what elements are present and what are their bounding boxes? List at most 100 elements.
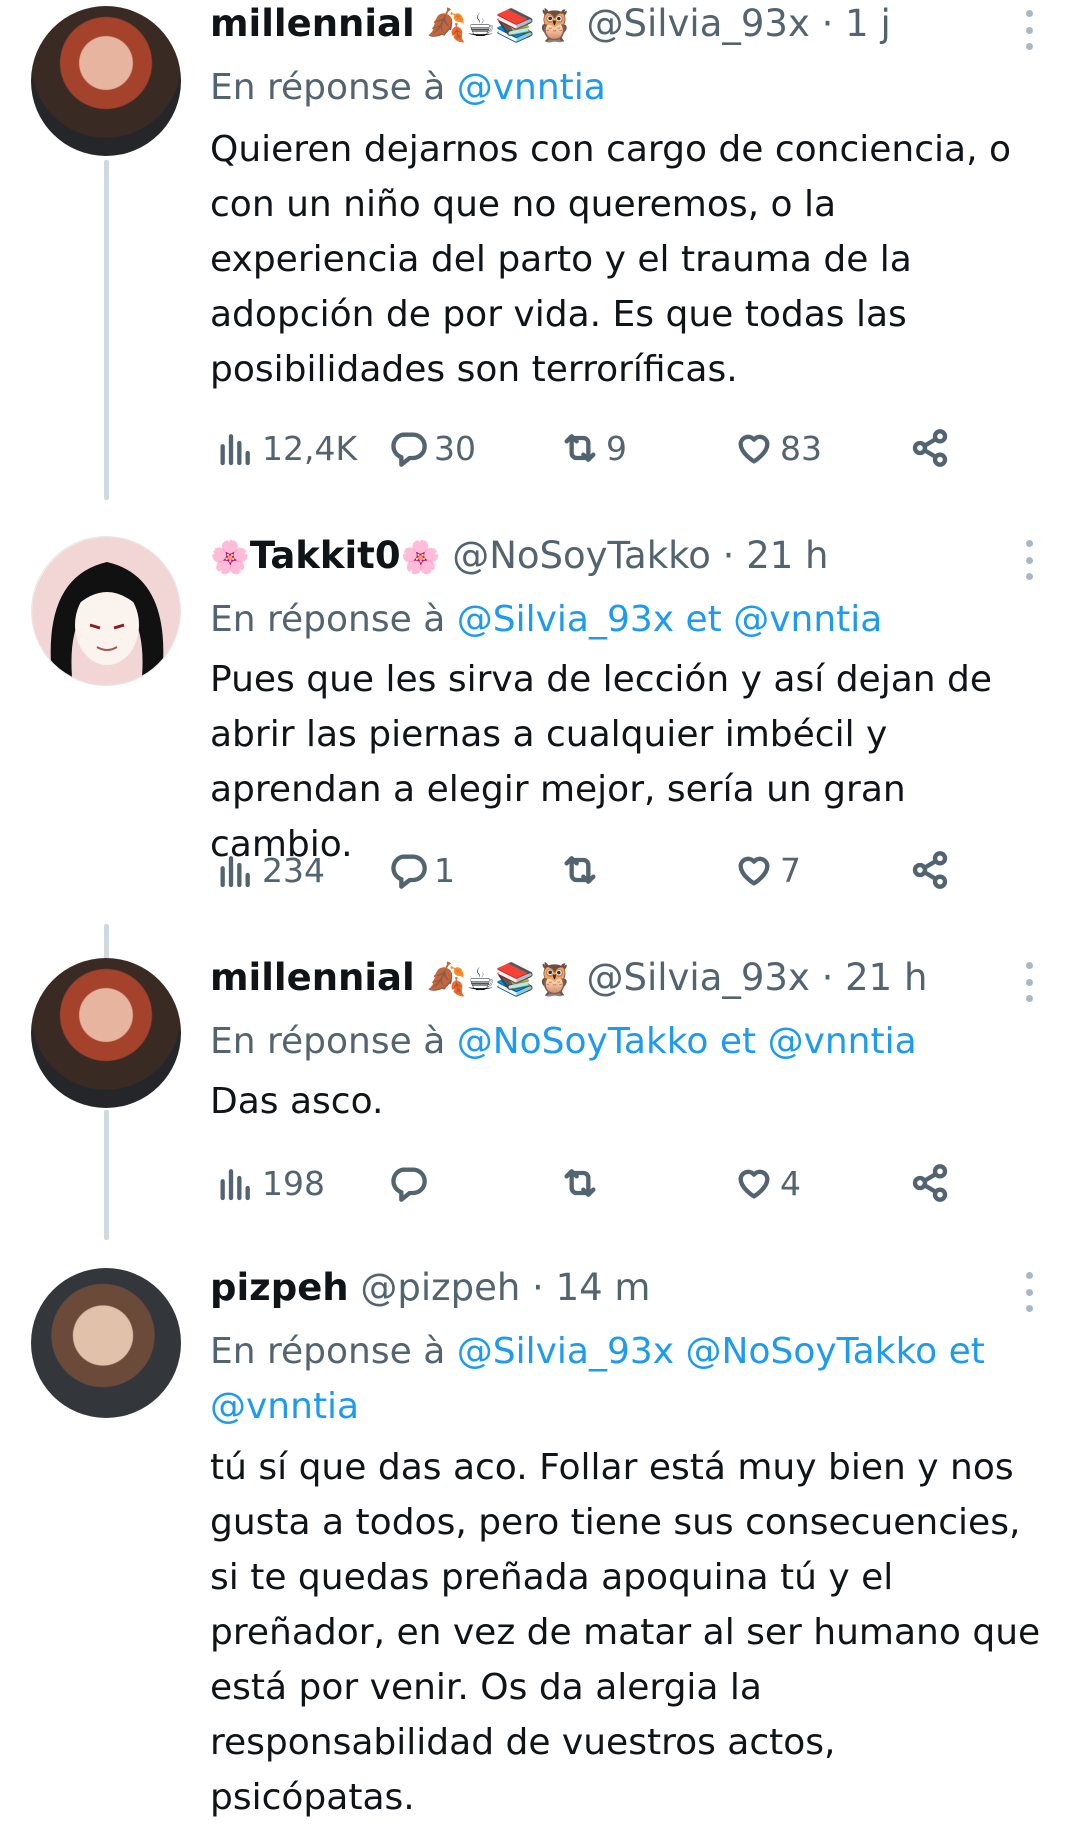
separator: · (722, 534, 735, 577)
mention-link[interactable]: @NoSoyTakko (457, 1021, 709, 1062)
more-icon[interactable] (1022, 10, 1036, 50)
share-button[interactable] (910, 845, 950, 895)
avatar[interactable] (31, 1268, 181, 1418)
reply-icon (391, 854, 427, 889)
views-count: 12,4K (262, 428, 358, 468)
retweet-button[interactable] (560, 1158, 606, 1208)
mention-link[interactable]: @Silvia_93x (457, 599, 674, 640)
more-icon[interactable] (1022, 962, 1036, 1002)
mention-joiner: et (719, 1021, 757, 1062)
avatar-illustration (32, 537, 180, 685)
reply-context: En réponse à @Silvia_93x @NoSoyTakko et … (210, 1324, 1040, 1434)
reply-icon (391, 1167, 427, 1202)
action-bar: 12,4K 30 9 83 (210, 423, 970, 473)
display-name[interactable]: Takkit0 (250, 534, 401, 577)
like-button[interactable]: 83 (734, 423, 822, 473)
share-button[interactable] (910, 423, 950, 473)
avatar[interactable] (31, 6, 181, 156)
views-button[interactable]: 234 (216, 845, 325, 895)
display-name[interactable]: pizpeh (210, 1266, 349, 1309)
action-bar: 198 4 (210, 1158, 970, 1208)
display-name[interactable]: millennial (210, 956, 415, 999)
separator: · (821, 956, 834, 999)
views-icon (220, 434, 250, 466)
views-button[interactable]: 198 (216, 1158, 325, 1208)
reply-count: 1 (434, 850, 455, 890)
reply-button[interactable]: 30 (388, 423, 476, 473)
name-emoji-right: 🌸 (400, 538, 441, 576)
mention-joiner: et (685, 599, 722, 640)
retweet-icon (564, 434, 596, 462)
like-count: 4 (780, 1163, 801, 1203)
like-button[interactable]: 4 (734, 1158, 801, 1208)
share-icon (912, 1164, 948, 1202)
like-button[interactable]: 7 (734, 845, 801, 895)
timestamp[interactable]: 21 h (746, 534, 828, 577)
separator: · (821, 2, 834, 45)
tweet[interactable]: millennial 🍂☕📚🦉 @Silvia_93x · 1 j En rép… (0, 0, 1080, 520)
tweet-text: tú sí que das aco. Follar está muy bien … (210, 1447, 1041, 1818)
tweet-header: 🌸Takkit0🌸 @NoSoyTakko · 21 h (210, 534, 1020, 590)
handle[interactable]: @Silvia_93x (586, 2, 809, 45)
avatar[interactable] (31, 958, 181, 1108)
reply-prefix: En réponse à (210, 1331, 446, 1372)
retweet-icon (564, 856, 596, 884)
reply-context: En réponse à @NoSoyTakko et @vnntia (210, 1014, 1040, 1069)
views-button[interactable]: 12,4K (216, 423, 357, 473)
tweet-text: Quieren dejarnos con cargo de conciencia… (210, 129, 1012, 390)
mention-joiner: et (948, 1331, 985, 1372)
reply-prefix: En réponse à (210, 67, 446, 108)
views-icon (220, 856, 250, 888)
share-button[interactable] (910, 1158, 950, 1208)
reply-context: En réponse à @vnntia (210, 60, 1040, 115)
name-emojis: 🍂☕📚🦉 (426, 6, 575, 44)
avatar[interactable] (31, 536, 181, 686)
handle[interactable]: @Silvia_93x (586, 956, 809, 999)
share-icon (912, 429, 948, 467)
reply-prefix: En réponse à (210, 599, 446, 640)
like-icon (738, 434, 770, 464)
tweet[interactable]: 🌸Takkit0🌸 @NoSoyTakko · 21 h En réponse … (0, 520, 1080, 920)
name-emoji-left: 🌸 (210, 538, 250, 576)
tweet-header: millennial 🍂☕📚🦉 @Silvia_93x · 21 h (210, 956, 1020, 1012)
mention-link[interactable]: @vnntia (210, 1386, 359, 1427)
reply-button[interactable]: 1 (388, 845, 455, 895)
mention-link[interactable]: @vnntia (733, 599, 882, 640)
tweet-text: Das asco. (210, 1081, 384, 1122)
tweet-text: Pues que les sirva de lección y así deja… (210, 659, 993, 865)
timestamp[interactable]: 14 m (556, 1266, 651, 1309)
tweet-header: pizpeh @pizpeh · 14 m (210, 1266, 1020, 1322)
action-bar: 234 1 7 (210, 845, 970, 895)
handle[interactable]: @NoSoyTakko (452, 534, 711, 577)
like-icon (738, 1169, 770, 1199)
retweet-count: 9 (606, 428, 627, 468)
like-count: 7 (780, 850, 801, 890)
tweet[interactable]: pizpeh @pizpeh · 14 m En réponse à @Silv… (0, 1250, 1080, 1820)
share-icon (912, 851, 948, 889)
retweet-button[interactable]: 9 (560, 423, 627, 473)
handle[interactable]: @pizpeh (360, 1266, 520, 1309)
name-emojis: 🍂☕📚🦉 (426, 960, 575, 998)
mention-link[interactable]: @vnntia (768, 1021, 917, 1062)
tweet[interactable]: millennial 🍂☕📚🦉 @Silvia_93x · 21 h En ré… (0, 940, 1080, 1240)
retweet-icon (564, 1169, 596, 1197)
views-count: 234 (262, 850, 325, 890)
separator: · (532, 1266, 544, 1309)
mention-link[interactable]: @NoSoyTakko (686, 1331, 938, 1372)
like-icon (738, 856, 770, 886)
tweet-header: millennial 🍂☕📚🦉 @Silvia_93x · 1 j (210, 2, 1020, 58)
timestamp[interactable]: 21 h (845, 956, 927, 999)
more-icon[interactable] (1022, 540, 1036, 580)
timestamp[interactable]: 1 j (845, 2, 891, 45)
retweet-button[interactable] (560, 845, 606, 895)
reply-button[interactable] (388, 1158, 434, 1208)
display-name[interactable]: millennial (210, 2, 415, 45)
more-icon[interactable] (1022, 1272, 1036, 1312)
mention-link[interactable]: @Silvia_93x (457, 1331, 674, 1372)
reply-prefix: En réponse à (210, 1021, 446, 1062)
reply-icon (391, 432, 427, 467)
views-count: 198 (262, 1163, 325, 1203)
reply-count: 30 (434, 428, 476, 468)
reply-context: En réponse à @Silvia_93x et @vnntia (210, 592, 1040, 647)
mention-link[interactable]: @vnntia (457, 67, 606, 108)
